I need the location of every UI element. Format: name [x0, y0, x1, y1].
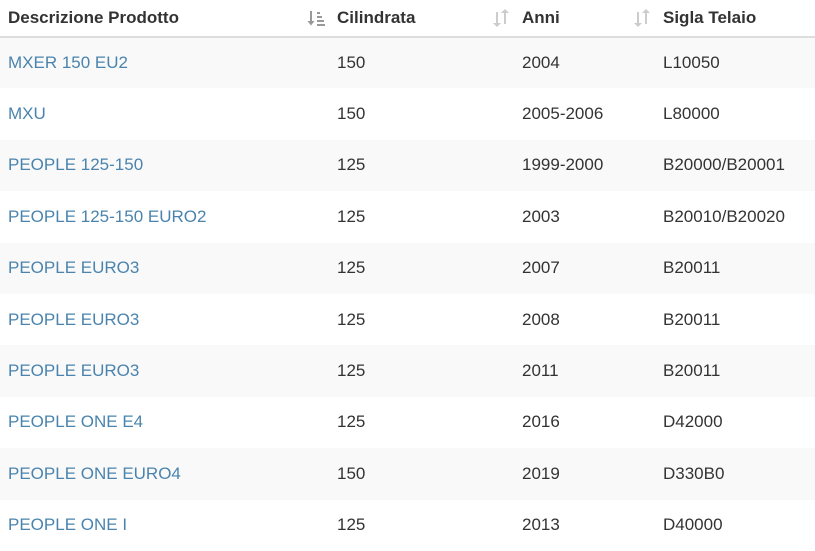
table-row: PEOPLE EURO3 125 2008 B20011 [0, 293, 815, 346]
cell-sigla-telaio: B20011 [663, 361, 721, 381]
sort-both-icon[interactable] [492, 9, 510, 27]
cell-anni: 2003 [522, 206, 560, 226]
cell-anni: 2019 [522, 463, 560, 483]
cell-sigla-telaio: B20011 [663, 309, 721, 329]
product-link[interactable]: PEOPLE ONE I [8, 515, 127, 534]
cell-anni: 2005-2006 [522, 104, 604, 124]
cell-sigla-telaio: L10050 [663, 53, 720, 73]
table-body: MXER 150 EU2 150 2004 L10050 MXU 150 200… [0, 37, 815, 551]
product-link[interactable]: PEOPLE 125-150 EURO2 [8, 207, 206, 226]
cell-descrizione: MXER 150 EU2 [0, 37, 329, 88]
table-row: PEOPLE ONE E4 125 2016 D42000 [0, 396, 815, 449]
table-row: PEOPLE 125-150 EURO2 125 2003 B20010/B20… [0, 191, 815, 243]
product-link[interactable]: PEOPLE EURO3 [8, 258, 139, 277]
cell-cilindrata: 125 [337, 412, 366, 432]
product-table: Descrizione Prodotto Cilindrata Anni Sig… [0, 0, 815, 551]
cell-anni: 2011 [522, 361, 559, 381]
cell-descrizione: PEOPLE EURO3 [0, 345, 329, 396]
table-row: MXU 150 2005-2006 L80000 [0, 88, 815, 140]
column-header-sigla-telaio[interactable]: Sigla Telaio [655, 0, 815, 38]
cell-sigla-telaio: D42000 [663, 412, 723, 432]
cell-cilindrata: 150 [337, 53, 366, 73]
product-link[interactable]: PEOPLE EURO3 [8, 361, 139, 380]
column-header-label: Sigla Telaio [663, 8, 757, 27]
column-header-cilindrata[interactable]: Cilindrata [329, 0, 514, 38]
table-row: PEOPLE 125-150 125 1999-2000 B20000/B200… [0, 139, 815, 192]
product-link[interactable]: PEOPLE EURO3 [8, 310, 139, 329]
table-row: MXER 150 EU2 150 2004 L10050 [0, 37, 815, 89]
sort-both-icon[interactable] [633, 9, 651, 27]
cell-sigla-telaio: B20000/B20001 [663, 155, 785, 175]
column-header-label: Anni [522, 8, 560, 27]
cell-descrizione: PEOPLE 125-150 EURO2 [0, 191, 329, 242]
cell-anni: 2004 [522, 53, 560, 73]
cell-anni: 2016 [522, 412, 560, 432]
cell-cilindrata: 125 [337, 155, 366, 175]
cell-cilindrata: 125 [337, 258, 366, 278]
cell-sigla-telaio: D330B0 [663, 463, 725, 483]
product-link[interactable]: PEOPLE ONE E4 [8, 412, 143, 431]
cell-descrizione: PEOPLE EURO3 [0, 294, 329, 345]
cell-anni: 2008 [522, 309, 560, 329]
table-row: PEOPLE ONE I 125 2013 D40000 [0, 499, 815, 551]
column-header-descrizione[interactable]: Descrizione Prodotto [0, 0, 329, 38]
cell-sigla-telaio: L80000 [663, 104, 720, 124]
cell-sigla-telaio: D40000 [663, 515, 723, 535]
cell-descrizione: PEOPLE EURO3 [0, 243, 329, 294]
cell-cilindrata: 125 [337, 361, 366, 381]
table-header: Descrizione Prodotto Cilindrata Anni Sig… [0, 0, 815, 38]
cell-cilindrata: 150 [337, 104, 366, 124]
cell-cilindrata: 125 [337, 309, 366, 329]
cell-descrizione: MXU [0, 88, 329, 139]
column-header-label: Descrizione Prodotto [8, 8, 179, 27]
cell-anni: 2013 [522, 515, 560, 535]
cell-cilindrata: 125 [337, 206, 366, 226]
table-row: PEOPLE EURO3 125 2007 B20011 [0, 242, 815, 294]
cell-sigla-telaio: B20010/B20020 [663, 206, 785, 226]
table-row: PEOPLE EURO3 125 2011 B20011 [0, 345, 815, 397]
sort-ascending-icon[interactable] [307, 9, 325, 27]
product-link[interactable]: PEOPLE 125-150 [8, 155, 143, 174]
column-header-label: Cilindrata [337, 8, 416, 27]
cell-sigla-telaio: B20011 [663, 258, 721, 278]
cell-anni: 1999-2000 [522, 155, 604, 175]
cell-cilindrata: 125 [337, 515, 366, 535]
cell-cilindrata: 150 [337, 463, 366, 483]
cell-anni: 2007 [522, 258, 560, 278]
cell-descrizione: PEOPLE ONE EURO4 [0, 448, 329, 499]
cell-descrizione: PEOPLE ONE I [0, 500, 329, 551]
column-header-anni[interactable]: Anni [514, 0, 655, 38]
table-row: PEOPLE ONE EURO4 150 2019 D330B0 [0, 448, 815, 500]
cell-descrizione: PEOPLE 125-150 [0, 140, 329, 191]
product-link[interactable]: MXU [8, 104, 46, 123]
header-row: Descrizione Prodotto Cilindrata Anni Sig… [0, 0, 815, 38]
product-link[interactable]: MXER 150 EU2 [8, 53, 128, 72]
cell-descrizione: PEOPLE ONE E4 [0, 397, 329, 448]
product-link[interactable]: PEOPLE ONE EURO4 [8, 464, 181, 483]
